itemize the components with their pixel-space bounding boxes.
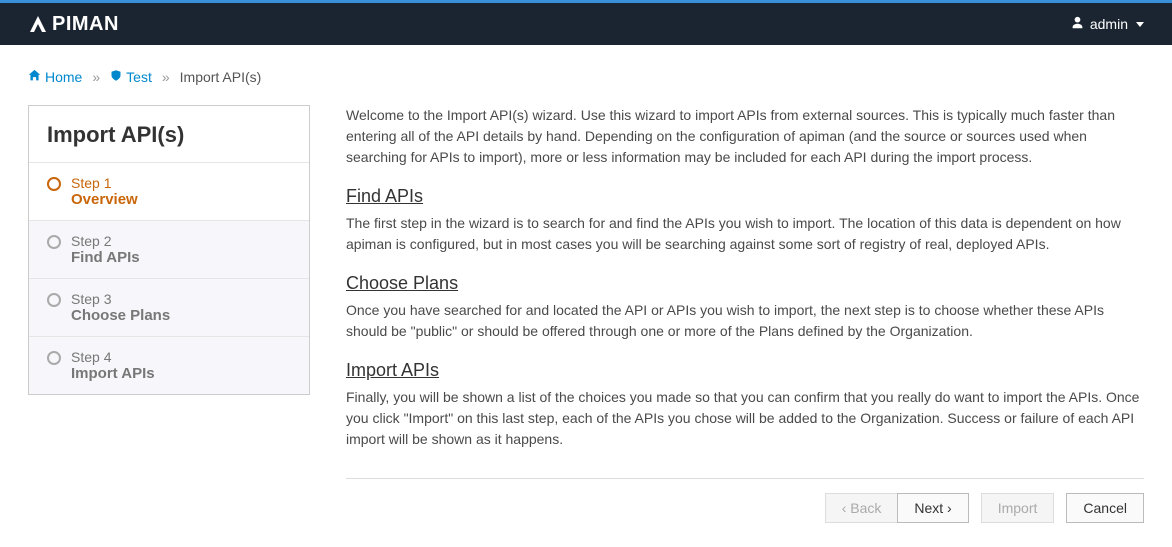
intro-text: Welcome to the Import API(s) wizard. Use… xyxy=(346,105,1144,168)
back-button: ‹ Back xyxy=(825,493,898,523)
logo-icon xyxy=(28,14,48,34)
step-num: Step 2 xyxy=(71,233,140,249)
section-find-apis: Find APIs The first step in the wizard i… xyxy=(346,186,1144,255)
step-num: Step 1 xyxy=(71,175,138,191)
step-num: Step 3 xyxy=(71,291,170,307)
step-label: Find APIs xyxy=(71,249,140,266)
user-label: admin xyxy=(1090,16,1128,32)
chevron-down-icon xyxy=(1136,22,1144,27)
shield-icon xyxy=(110,69,122,85)
section-body: Once you have searched for and located t… xyxy=(346,300,1144,342)
step-indicator-icon xyxy=(47,351,61,365)
section-import-apis: Import APIs Finally, you will be shown a… xyxy=(346,360,1144,450)
nav-button-group: ‹ Back Next › xyxy=(825,493,969,523)
section-heading: Choose Plans xyxy=(346,273,1144,294)
breadcrumb: Home » Test » Import API(s) xyxy=(28,69,1144,85)
section-heading: Find APIs xyxy=(346,186,1144,207)
step-num: Step 4 xyxy=(71,349,155,365)
sidebar-title: Import API(s) xyxy=(29,106,309,162)
breadcrumb-org[interactable]: Test xyxy=(110,69,152,85)
import-button: Import xyxy=(981,493,1055,523)
breadcrumb-home-label: Home xyxy=(45,69,82,85)
step-label: Overview xyxy=(71,191,138,208)
breadcrumb-sep: » xyxy=(92,69,100,85)
step-label: Import APIs xyxy=(71,365,155,382)
wizard-sidebar: Import API(s) Step 1 Overview Step 2 Fin… xyxy=(28,105,310,395)
breadcrumb-sep: » xyxy=(162,69,170,85)
cancel-button[interactable]: Cancel xyxy=(1066,493,1144,523)
step-indicator-icon xyxy=(47,293,61,307)
logo[interactable]: PIMAN xyxy=(28,13,119,36)
next-button[interactable]: Next › xyxy=(897,493,968,523)
section-body: Finally, you will be shown a list of the… xyxy=(346,387,1144,450)
section-choose-plans: Choose Plans Once you have searched for … xyxy=(346,273,1144,342)
section-body: The first step in the wizard is to searc… xyxy=(346,213,1144,255)
main-content: Welcome to the Import API(s) wizard. Use… xyxy=(346,105,1144,523)
breadcrumb-org-label: Test xyxy=(126,69,152,85)
step-import-apis[interactable]: Step 4 Import APIs xyxy=(29,336,309,394)
step-label: Choose Plans xyxy=(71,307,170,324)
step-overview[interactable]: Step 1 Overview xyxy=(29,162,309,220)
wizard-actions: ‹ Back Next › Import Cancel xyxy=(346,493,1144,523)
logo-text: PIMAN xyxy=(52,13,119,36)
breadcrumb-current: Import API(s) xyxy=(180,69,262,85)
step-find-apis[interactable]: Step 2 Find APIs xyxy=(29,220,309,278)
section-heading: Import APIs xyxy=(346,360,1144,381)
user-menu[interactable]: admin xyxy=(1071,16,1144,32)
divider xyxy=(346,478,1144,479)
step-choose-plans[interactable]: Step 3 Choose Plans xyxy=(29,278,309,336)
breadcrumb-home[interactable]: Home xyxy=(28,69,82,85)
step-indicator-icon xyxy=(47,177,61,191)
user-icon xyxy=(1071,16,1084,32)
step-indicator-icon xyxy=(47,235,61,249)
navbar: PIMAN admin xyxy=(0,3,1172,45)
home-icon xyxy=(28,69,41,85)
